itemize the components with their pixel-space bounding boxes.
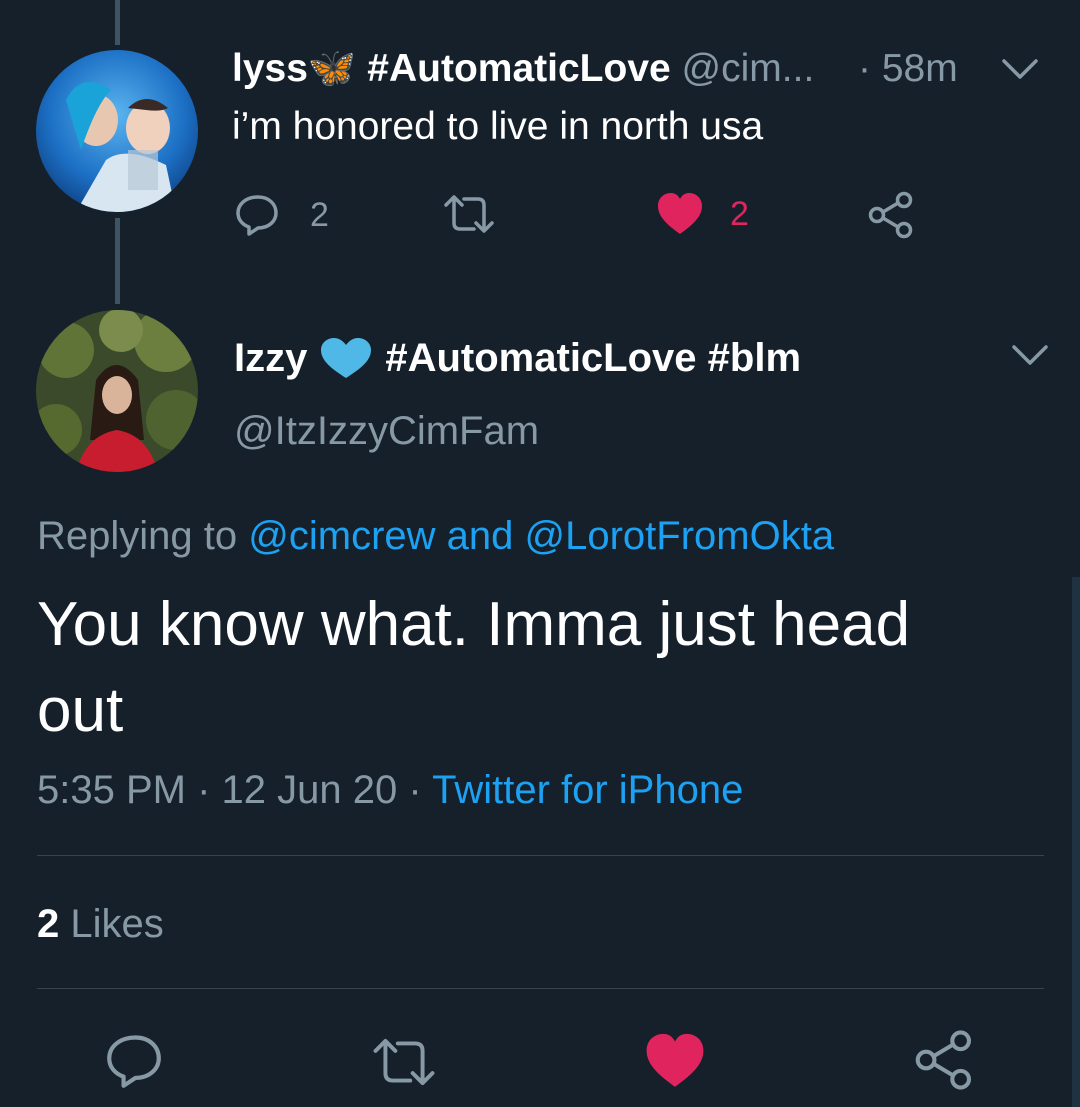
divider-top [37, 855, 1044, 856]
reply-user-link-1[interactable]: @cimcrew [248, 514, 435, 558]
likes-count: 2 [37, 902, 60, 946]
parent-retweet-button[interactable] [442, 193, 496, 235]
retweet-icon [444, 195, 494, 233]
avatar-lyss[interactable] [36, 50, 198, 212]
main-tweet-text-line-1: You know what. Imma just head [37, 590, 911, 659]
reply-user-link-2[interactable]: @LorotFromOkta [525, 514, 835, 558]
meta-separator-1: · [197, 768, 211, 812]
parent-more-button[interactable] [1000, 56, 1040, 82]
speech-bubble-icon [107, 1035, 161, 1088]
meta-separator-2: · [408, 768, 422, 812]
share-icon [868, 191, 913, 239]
avatar-izzy[interactable] [36, 310, 198, 472]
main-hashtags[interactable]: #AutomaticLove #blm [385, 336, 801, 381]
replying-to: Replying to @cimcrew and @LorotFromOkta [37, 512, 834, 560]
chevron-down-icon [1012, 345, 1048, 365]
parent-like-count: 2 [730, 194, 749, 233]
main-date[interactable]: 12 Jun 20 [222, 768, 398, 812]
speech-bubble-icon [236, 195, 278, 236]
main-tweet-text: You know what. Imma just head out [37, 582, 910, 754]
main-tweet-text-line-2: out [37, 676, 124, 745]
thread-connector-top [115, 0, 120, 45]
chevron-down-icon [1002, 59, 1038, 79]
tweet-source-link[interactable]: Twitter for iPhone [432, 768, 743, 812]
main-retweet-button[interactable] [370, 1036, 438, 1088]
main-time[interactable]: 5:35 PM [37, 768, 186, 812]
likes-label: Likes [70, 902, 164, 946]
parent-reply-count: 2 [310, 195, 329, 234]
main-like-button[interactable] [644, 1030, 706, 1092]
parent-timestamp[interactable]: · 58m [858, 46, 958, 92]
parent-tweet-text: i’m honored to live in north usa [232, 105, 764, 148]
main-header: Izzy #AutomaticLove #blm [234, 334, 801, 382]
parent-reply-button[interactable]: 2 [234, 193, 329, 237]
parent-share-button[interactable] [866, 190, 916, 240]
main-tweet-meta: 5:35 PM · 12 Jun 20 · Twitter for iPhone [37, 766, 743, 814]
divider-bottom [37, 988, 1044, 989]
parent-header: lyss🦋 #AutomaticLove @cim... [232, 46, 814, 92]
blue-heart-emoji-icon [321, 338, 372, 378]
parent-display-name[interactable]: lyss🦋 #AutomaticLove [232, 47, 671, 90]
main-reply-button[interactable] [104, 1032, 164, 1090]
retweet-icon [373, 1038, 435, 1086]
main-share-button[interactable] [912, 1028, 976, 1092]
heart-icon [646, 1033, 704, 1087]
reply-and[interactable]: and [447, 514, 514, 558]
replying-prefix: Replying to [37, 514, 238, 558]
main-more-button[interactable] [1010, 342, 1050, 368]
parent-handle[interactable]: @cim... [682, 47, 815, 90]
scrollbar[interactable] [1072, 577, 1080, 1107]
likes-summary[interactable]: 2 Likes [37, 900, 164, 948]
main-display-name[interactable]: Izzy [234, 336, 307, 381]
thread-connector-bottom [115, 218, 120, 304]
parent-like-button[interactable]: 2 [656, 190, 749, 238]
share-icon [915, 1030, 972, 1090]
heart-icon [658, 193, 702, 234]
main-handle[interactable]: @ItzIzzyCimFam [234, 407, 539, 455]
